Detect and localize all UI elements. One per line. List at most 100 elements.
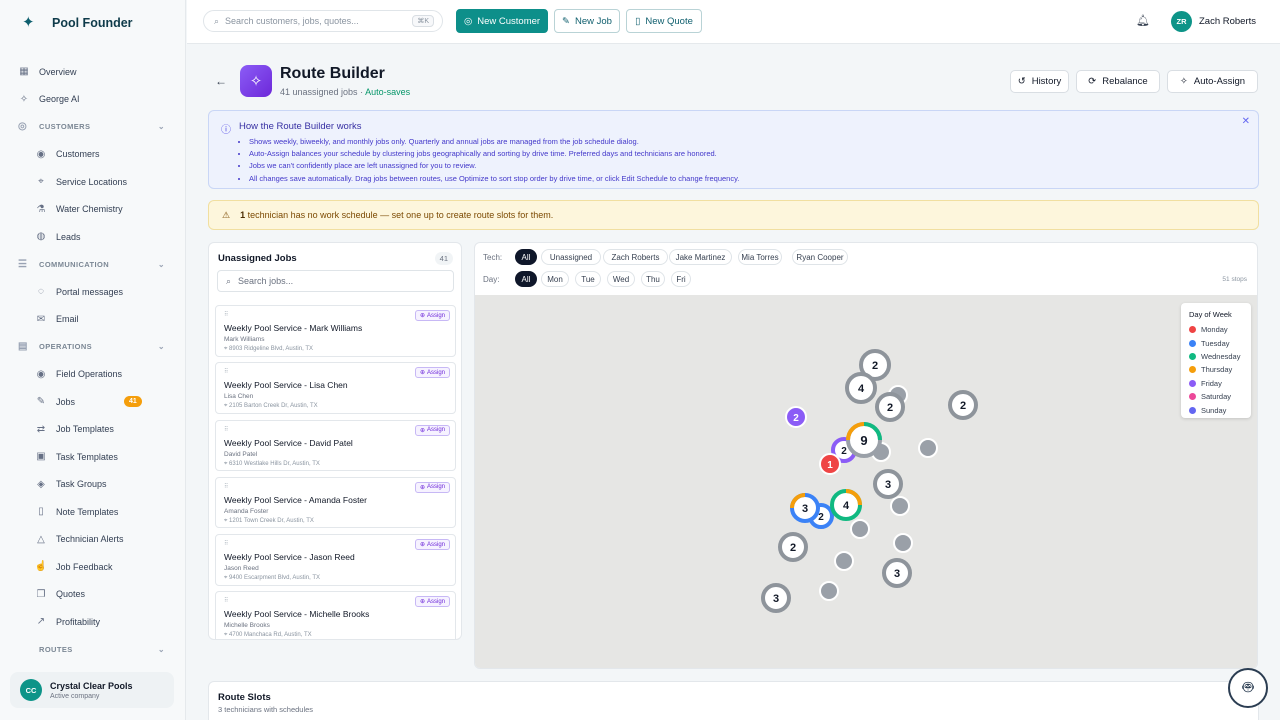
search-icon: ⌕ <box>226 275 232 286</box>
map-marker <box>850 519 870 539</box>
sidebar-item-water-chemistry[interactable]: ⚗ Water Chemistry <box>0 196 185 224</box>
sidebar-item-label: Water Chemistry <box>56 204 123 215</box>
sidebar-item-note-templates[interactable]: ▯ Note Templates <box>0 498 185 526</box>
global-search[interactable]: ⌕ Search customers, jobs, quotes... ⌘K <box>203 10 443 32</box>
sidebar-item-leads[interactable]: ◍ Leads <box>0 223 185 251</box>
auto-assign-button[interactable]: ✧ Auto-Assign <box>1167 70 1258 93</box>
sidebar-item-profitability[interactable]: ↗ Profitability <box>0 608 185 636</box>
sidebar-section-communication[interactable]: ☰ COMMUNICATION ⌄ <box>0 251 185 279</box>
drag-handle-icon[interactable]: ⠿ <box>224 311 229 318</box>
global-search-input[interactable]: Search customers, jobs, quotes... <box>225 16 359 26</box>
sidebar-item-email[interactable]: ✉ Email <box>0 306 185 334</box>
repeat-icon: ⇄ <box>36 423 46 435</box>
unassigned-job-card[interactable]: ⠿ ⊕ Assign Weekly Pool Service - Lisa Chen L… <box>215 362 456 414</box>
tech-chip-zach-roberts[interactable]: Zach Roberts <box>603 249 668 265</box>
new-quote-button[interactable]: ▯ New Quote <box>626 9 702 33</box>
sidebar-item-george-ai[interactable]: ✧ George AI <box>0 86 185 114</box>
chevron-down-icon[interactable]: ⌄ <box>158 260 165 269</box>
tech-chip-mia-torres[interactable]: Mia Torres <box>738 249 782 265</box>
tech-chip-all[interactable]: All <box>515 249 537 265</box>
day-chip-mon[interactable]: Mon <box>541 271 569 287</box>
unassigned-count-text: 41 unassigned jobs <box>280 87 358 97</box>
legend-item: Thursday <box>1189 363 1243 376</box>
assign-button[interactable]: ⊕ Assign <box>414 310 450 321</box>
day-chip-thu[interactable]: Thu <box>641 271 665 287</box>
day-chip-all[interactable]: All <box>515 271 537 287</box>
new-job-button[interactable]: ✎ New Job <box>554 9 620 33</box>
tech-chip-ryan-cooper[interactable]: Ryan Cooper <box>792 249 848 265</box>
sidebar-item-task-groups[interactable]: ◈ Task Groups <box>0 471 185 499</box>
info-bullet: Shows weekly, biweekly, and monthly jobs… <box>249 136 739 148</box>
assign-label: Assign <box>426 312 445 319</box>
job-search-input[interactable]: Search jobs... <box>238 276 293 286</box>
subtitle-separator: · <box>357 87 366 97</box>
svg-text:3: 3 <box>894 568 900 580</box>
sidebar-item-label: Job Templates <box>56 424 114 435</box>
sidebar-item-task-templates[interactable]: ▣ Task Templates <box>0 443 185 471</box>
job-search[interactable]: ⌕ Search jobs... <box>217 270 454 292</box>
legend-label: Sunday <box>1201 405 1227 415</box>
assign-button[interactable]: ⊕ Assign <box>414 596 450 608</box>
day-chip-tue[interactable]: Tue <box>575 271 601 287</box>
chevron-down-icon[interactable]: ⌄ <box>158 122 165 131</box>
brand[interactable]: ✦ Pool Founder <box>0 0 185 46</box>
assistant-robot-icon[interactable]: 🤖︎ <box>1228 668 1268 708</box>
legend-label: Saturday <box>1201 392 1232 402</box>
unassigned-job-card[interactable]: ⠿ ⊕ Assign Weekly Pool Service - Michelle B… <box>215 591 456 639</box>
info-bullet: All changes save automatically. Drag job… <box>249 173 739 185</box>
sidebar-section-routes[interactable]: ROUTES ⌄ <box>0 636 185 664</box>
sidebar-item-job-templates[interactable]: ⇄ Job Templates <box>0 416 185 444</box>
sidebar-item-label: George AI <box>39 94 80 105</box>
sidebar-item-service-locations[interactable]: ⌖ Service Locations <box>0 168 185 196</box>
drag-handle-icon[interactable]: ⠿ <box>224 426 229 433</box>
chevron-down-icon[interactable]: ⌄ <box>158 645 165 654</box>
unassigned-job-card[interactable]: ⠿ ⊕ Assign Weekly Pool Service - Amanda Fos… <box>215 476 456 529</box>
assign-button[interactable]: ⊕ Assign <box>414 367 450 379</box>
back-arrow-icon[interactable]: ← <box>215 74 227 88</box>
day-chip-fri[interactable]: Fri <box>671 271 691 287</box>
rebalance-button[interactable]: ⟳ Rebalance <box>1076 70 1160 93</box>
sidebar-section-customers[interactable]: ◎ CUSTOMERS ⌄ <box>0 113 185 141</box>
tech-chip-jake-martinez[interactable]: Jake Martinez <box>669 249 732 265</box>
legend-item: Tuesday <box>1189 336 1243 349</box>
close-icon[interactable]: ✕ <box>1242 116 1250 127</box>
info-bullet: Jobs we can't confidently place are left… <box>249 160 739 172</box>
bell-icon[interactable]: 🔔︎ <box>1136 14 1150 27</box>
page-subtitle: 41 unassigned jobs · Auto-saves <box>280 87 410 97</box>
company-switcher[interactable]: CC Crystal Clear Pools Active company <box>10 672 174 708</box>
legend-swatch <box>1189 406 1196 414</box>
sidebar-item-quotes[interactable]: ❐ Quotes <box>0 581 185 609</box>
chevron-down-icon[interactable]: ⌄ <box>158 342 165 351</box>
sidebar-nav: ▦ Overview ✧ George AI ◎ CUSTOMERS ⌄ ◉ Customers… <box>0 46 185 663</box>
sidebar-item-portal-messages[interactable]: ◌ Portal messages <box>0 278 185 306</box>
drag-handle-icon[interactable]: ⠿ <box>224 483 229 490</box>
drag-handle-icon[interactable]: ⠿ <box>224 368 229 375</box>
sidebar-item-overview[interactable]: ▦ Overview <box>0 58 185 86</box>
sidebar-section-operations[interactable]: ▤ OPERATIONS ⌄ <box>0 333 185 361</box>
unassigned-jobs-title: Unassigned Jobs <box>218 253 297 264</box>
drag-handle-icon[interactable]: ⠿ <box>224 597 229 604</box>
sidebar-item-technician-alerts[interactable]: △ Technician Alerts <box>0 526 185 554</box>
history-button[interactable]: ↺ History <box>1010 70 1069 93</box>
sidebar-item-field-operations[interactable]: ◉ Field Operations <box>0 361 185 389</box>
auto-assign-label: Auto-Assign <box>1193 76 1246 87</box>
map-markers[interactable]: 2 4 2 2 2 2 9 1 3 2 3 4 2 3 3 <box>475 295 1258 669</box>
unassigned-job-card[interactable]: ⠿ ⊕ Assign Weekly Pool Service - Jason Reed… <box>215 534 456 586</box>
unassigned-job-card[interactable]: ⠿ ⊕ Assign Weekly Pool Service - David Pate… <box>215 419 456 472</box>
svg-text:3: 3 <box>773 593 779 605</box>
user-menu[interactable]: ZR Zach Roberts <box>1171 11 1256 32</box>
svg-text:2: 2 <box>872 360 878 372</box>
assign-button[interactable]: ⊕ Assign <box>414 481 450 493</box>
drag-handle-icon[interactable]: ⠿ <box>224 540 229 547</box>
unassigned-job-card[interactable]: ⠿ ⊕ Assign Weekly Pool Service - Mark Willi… <box>215 305 456 357</box>
assign-button[interactable]: ⊕ Assign <box>414 424 450 436</box>
assign-button[interactable]: ⊕ Assign <box>414 539 450 551</box>
sidebar-item-customers[interactable]: ◉ Customers <box>0 141 185 169</box>
route-map[interactable]: 2 4 2 2 2 2 9 1 3 2 3 4 2 3 3 Day of Wee… <box>475 295 1258 669</box>
sidebar-item-jobs[interactable]: ✎ Jobs 41 <box>0 388 185 416</box>
svg-text:2: 2 <box>841 446 847 457</box>
sidebar-item-job-feedback[interactable]: ☝ Job Feedback <box>0 553 185 581</box>
tech-chip-unassigned[interactable]: Unassigned <box>541 249 601 265</box>
day-chip-wed[interactable]: Wed <box>607 271 635 287</box>
new-customer-button[interactable]: ◎ New Customer <box>456 9 548 33</box>
